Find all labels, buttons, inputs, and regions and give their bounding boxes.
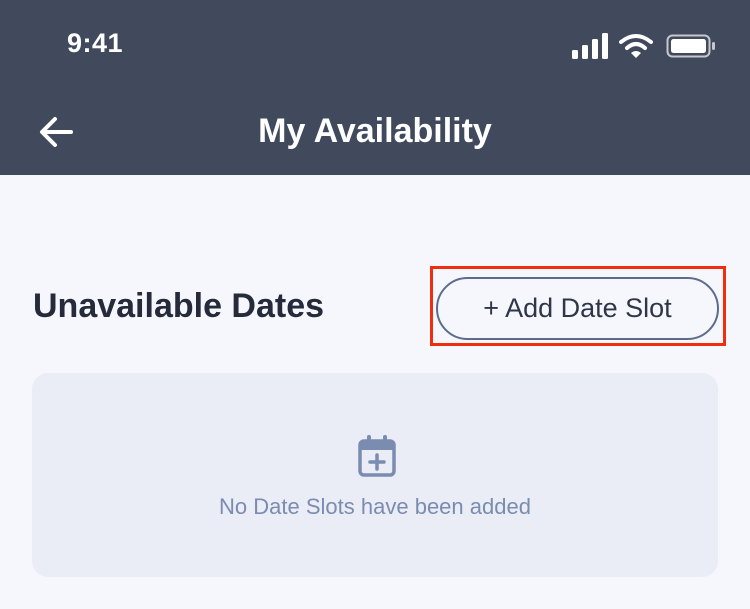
- section-title: Unavailable Dates: [33, 287, 325, 325]
- wifi-icon: [619, 34, 653, 58]
- top-bar: 9:41 My Availability: [0, 0, 750, 175]
- add-date-slot-button[interactable]: + Add Date Slot: [436, 277, 719, 340]
- battery-icon: [666, 34, 715, 58]
- signal-icon: [572, 33, 608, 59]
- page-title: My Availability: [258, 112, 492, 150]
- empty-state-message: No Date Slots have been added: [219, 494, 531, 519]
- empty-state-card: No Date Slots have been added: [32, 373, 718, 577]
- calendar-plus-icon: [358, 435, 396, 477]
- status-time: 9:41: [67, 28, 124, 58]
